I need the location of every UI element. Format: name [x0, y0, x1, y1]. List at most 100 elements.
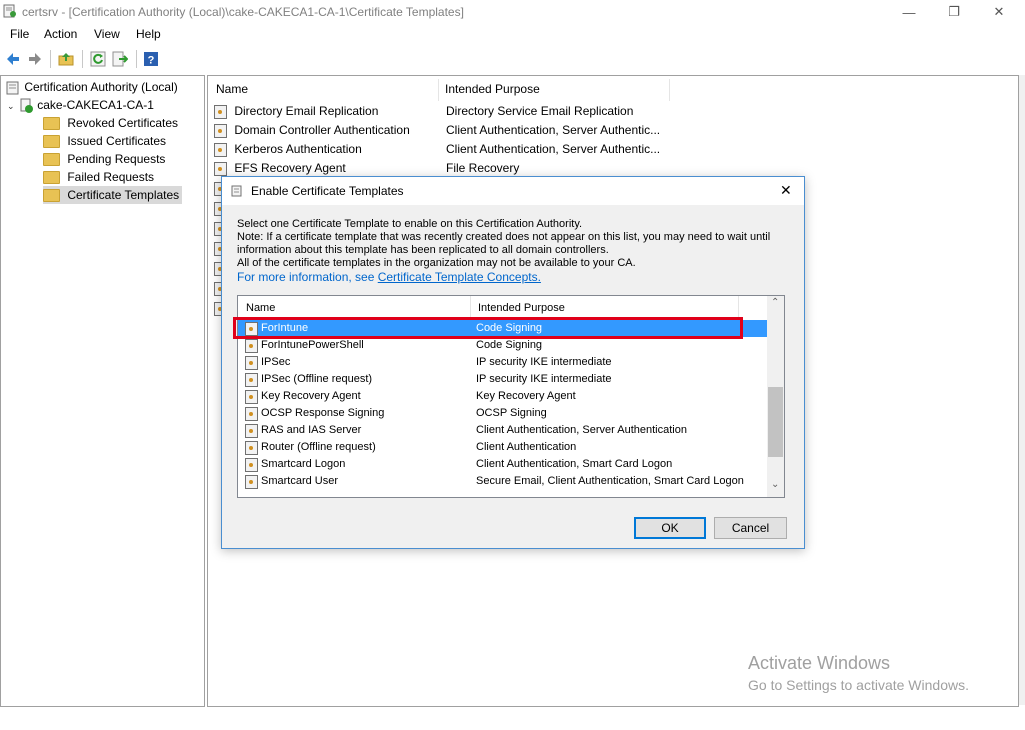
template-name: Router (Offline request): [261, 441, 376, 453]
column-divider[interactable]: [669, 79, 670, 101]
toolbar-separator: [50, 50, 51, 68]
tree-item-label: Failed Requests: [67, 170, 155, 184]
template-purpose: IP security IKE intermediate: [476, 356, 612, 368]
tree-item-issued[interactable]: Issued Certificates: [43, 132, 166, 150]
template-row[interactable]: ForIntunePowerShell Code Signing: [238, 337, 768, 354]
dialog-title-bar[interactable]: Enable Certificate Templates ✕: [222, 177, 804, 205]
refresh-icon[interactable]: [90, 51, 106, 67]
tree-ca-node[interactable]: ⌄ cake-CAKECA1-CA-1: [7, 96, 154, 114]
dialog-close-icon[interactable]: ✕: [780, 182, 792, 199]
template-row[interactable]: IPSec (Offline request) IP security IKE …: [238, 371, 768, 388]
certificate-template-icon: [245, 458, 258, 472]
template-name: ForIntunePowerShell: [261, 339, 364, 351]
menu-file[interactable]: File: [10, 27, 29, 41]
template-purpose: Client Authentication: [476, 441, 577, 453]
minimize-icon: —: [902, 4, 916, 20]
menu-help[interactable]: Help: [136, 27, 161, 41]
list-item[interactable]: Directory Email Replication: [214, 102, 378, 121]
column-header-name[interactable]: Name: [216, 82, 248, 96]
template-purpose: Secure Email, Client Authentication, Sma…: [476, 475, 744, 487]
template-name: Smartcard User: [261, 475, 339, 487]
tree-item-label: Certificate Templates: [67, 188, 180, 202]
folder-icon: [43, 153, 60, 167]
maximize-button[interactable]: ❐: [931, 0, 977, 24]
column-divider[interactable]: [470, 296, 471, 318]
list-item-name: Directory Email Replication: [234, 104, 379, 118]
list-item-purpose: Directory Service Email Replication: [446, 104, 634, 118]
menu-view[interactable]: View: [94, 27, 120, 41]
template-row[interactable]: RAS and IAS Server Client Authentication…: [238, 422, 768, 439]
template-row[interactable]: Smartcard Logon Client Authentication, S…: [238, 456, 768, 473]
ok-button[interactable]: OK: [634, 517, 706, 539]
tree-root-label: Certification Authority (Local): [24, 80, 178, 94]
scroll-up-icon[interactable]: ⌃: [771, 297, 779, 308]
scroll-down-icon[interactable]: ⌄: [771, 479, 779, 490]
dialog-note-line: information about this template has been…: [237, 244, 609, 256]
template-column-purpose[interactable]: Intended Purpose: [478, 302, 565, 314]
activate-windows-subtitle: Go to Settings to activate Windows.: [748, 677, 969, 693]
selection-highlight-box: [233, 317, 743, 339]
dialog-instruction: Select one Certificate Template to enabl…: [237, 218, 583, 230]
template-list-header: Name Intended Purpose: [238, 296, 768, 318]
template-list-scrollbar[interactable]: ⌃ ⌄: [767, 296, 784, 497]
up-folder-icon[interactable]: [58, 51, 74, 67]
tree-item-certificate-templates[interactable]: Certificate Templates: [43, 186, 183, 204]
certsrv-app-icon: [3, 4, 16, 18]
column-divider[interactable]: [438, 79, 439, 101]
folder-icon: [43, 135, 60, 149]
column-header-purpose[interactable]: Intended Purpose: [445, 82, 540, 96]
more-info-prefix: For more information, see: [237, 270, 378, 284]
template-purpose: Code Signing: [476, 339, 543, 351]
template-row[interactable]: Key Recovery Agent Key Recovery Agent: [238, 388, 768, 405]
ca-server-icon: [20, 98, 33, 113]
certificate-template-icon: [245, 390, 258, 404]
tree-item-pending[interactable]: Pending Requests: [43, 150, 165, 168]
tree-item-failed[interactable]: Failed Requests: [43, 168, 154, 186]
dialog-title: Enable Certificate Templates: [251, 184, 404, 198]
ca-root-icon: [6, 81, 19, 95]
dialog-note-line: All of the certificate templates in the …: [237, 257, 636, 269]
cancel-button[interactable]: Cancel: [714, 517, 787, 539]
template-row[interactable]: Smartcard User Secure Email, Client Auth…: [238, 473, 768, 490]
certificate-template-icon: [214, 104, 227, 119]
template-name: RAS and IAS Server: [261, 424, 362, 436]
more-info-text: For more information, see Certificate Te…: [237, 270, 541, 284]
main-scrollbar[interactable]: [1019, 75, 1025, 705]
minimize-button[interactable]: —: [886, 0, 932, 24]
list-item-name: Domain Controller Authentication: [234, 123, 410, 137]
tree-item-label: Pending Requests: [67, 152, 166, 166]
scrollbar-thumb[interactable]: [768, 387, 783, 457]
expand-chevron-icon[interactable]: ⌄: [7, 101, 15, 111]
dialog-note-line: Note: If a certificate template that was…: [237, 231, 771, 243]
forward-icon[interactable]: [27, 51, 43, 67]
maximize-icon: ❐: [948, 4, 960, 19]
menu-action[interactable]: Action: [44, 27, 77, 41]
list-item[interactable]: Kerberos Authentication: [214, 140, 362, 159]
certificate-template-concepts-link[interactable]: Certificate Template Concepts.: [378, 270, 541, 284]
certificate-template-icon: [214, 123, 227, 138]
console-tree: Certification Authority (Local) ⌄ cake-C…: [0, 75, 205, 707]
folder-icon: [43, 117, 60, 131]
tree-root[interactable]: Certification Authority (Local): [5, 78, 178, 96]
window-title: certsrv - [Certification Authority (Loca…: [22, 5, 464, 19]
export-icon[interactable]: [112, 51, 128, 67]
certificate-template-icon: [245, 424, 258, 438]
column-divider[interactable]: [738, 296, 739, 318]
certificate-template-icon: [245, 407, 258, 421]
template-purpose: OCSP Signing: [476, 407, 547, 419]
template-row[interactable]: Router (Offline request) Client Authenti…: [238, 439, 768, 456]
tree-item-revoked[interactable]: Revoked Certificates: [43, 114, 178, 132]
list-item[interactable]: Domain Controller Authentication: [214, 121, 410, 140]
template-row[interactable]: IPSec IP security IKE intermediate: [238, 354, 768, 371]
close-button[interactable]: ✕: [976, 0, 1022, 24]
help-icon[interactable]: ?: [143, 51, 159, 67]
template-row[interactable]: OCSP Response Signing OCSP Signing: [238, 405, 768, 422]
certificate-template-icon: [245, 441, 258, 455]
back-icon[interactable]: [5, 51, 21, 67]
svg-text:?: ?: [148, 55, 155, 67]
title-bar[interactable]: certsrv - [Certification Authority (Loca…: [0, 0, 1025, 24]
template-purpose: Client Authentication, Server Authentica…: [476, 424, 687, 436]
template-column-name[interactable]: Name: [246, 302, 275, 314]
template-name: Key Recovery Agent: [261, 390, 361, 402]
certificate-template-icon: [214, 142, 227, 157]
